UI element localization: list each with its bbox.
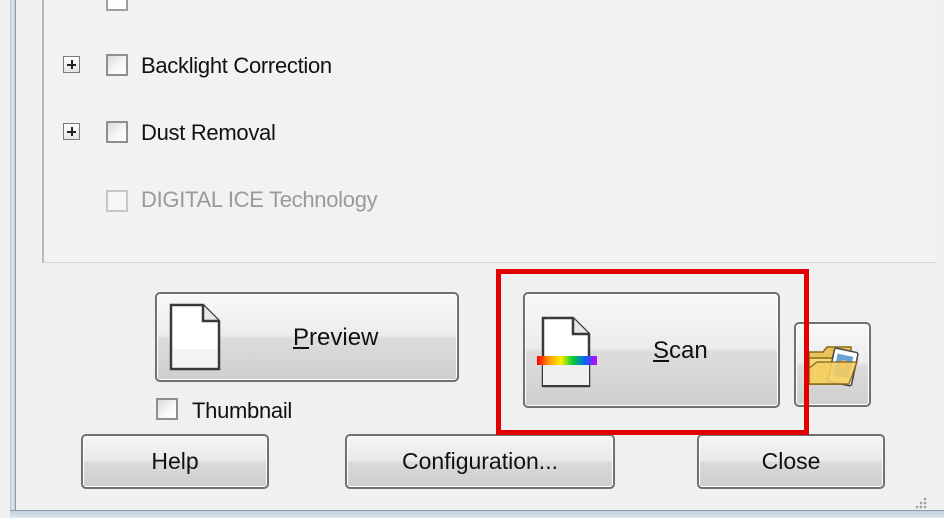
help-button[interactable]: Help: [81, 434, 269, 489]
configuration-button[interactable]: Configuration...: [345, 434, 615, 489]
scan-dialog: Backlight Correction Dust Removal DIGITA…: [0, 0, 944, 518]
partial-checkbox[interactable]: [106, 0, 128, 11]
expand-backlight-icon[interactable]: [63, 56, 80, 73]
document-icon: [169, 303, 221, 371]
window-left-border: [10, 0, 16, 517]
digital-ice-label: DIGITAL ICE Technology: [141, 187, 378, 212]
close-button[interactable]: Close: [697, 434, 885, 489]
resize-grip-icon[interactable]: [912, 494, 928, 510]
dust-removal-checkbox[interactable]: [106, 121, 128, 143]
preview-button[interactable]: Preview: [155, 292, 459, 382]
thumbnail-label: Thumbnail: [192, 398, 293, 423]
backlight-correction-label: Backlight Correction: [141, 53, 332, 78]
dust-removal-label: Dust Removal: [141, 120, 276, 145]
folder-photo-icon: [808, 346, 859, 387]
preview-button-label: Preview: [293, 324, 379, 351]
thumbnail-checkbox[interactable]: [156, 398, 178, 420]
digital-ice-checkbox: [106, 190, 128, 212]
expand-dust-removal-icon[interactable]: [63, 123, 80, 140]
scan-highlight-box: [496, 269, 809, 435]
backlight-correction-checkbox[interactable]: [106, 54, 128, 76]
